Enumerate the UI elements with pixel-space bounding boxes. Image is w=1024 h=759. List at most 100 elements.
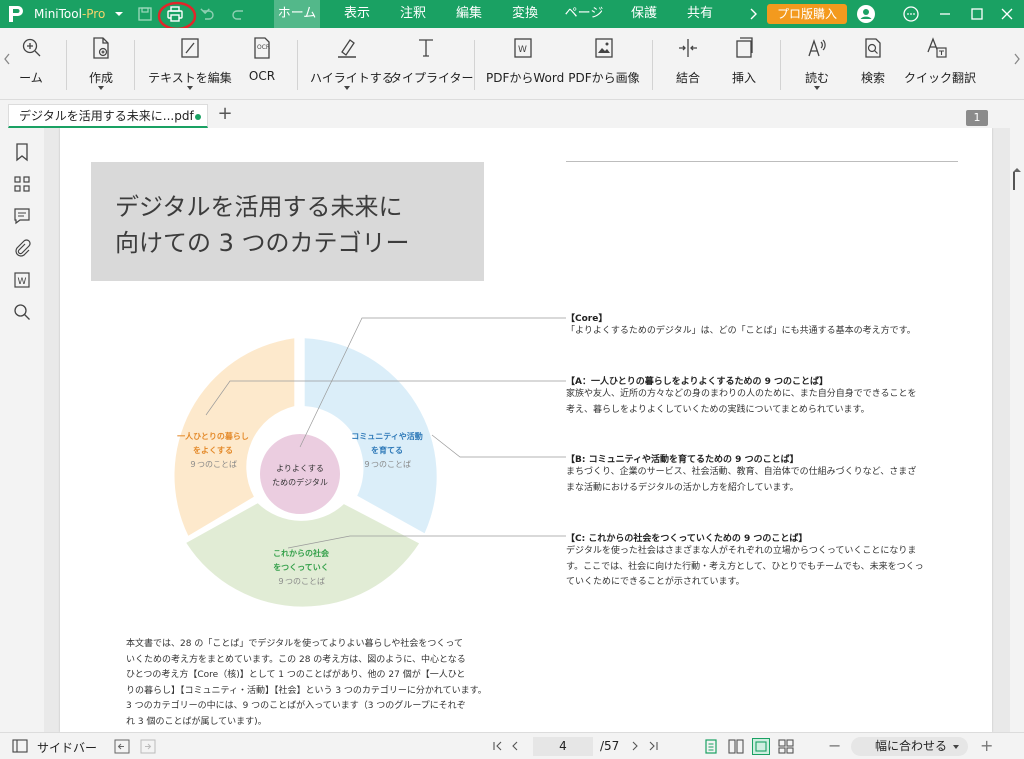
close-icon[interactable] — [998, 5, 1016, 23]
leader-b — [431, 434, 566, 458]
category-c-heading: 【C: これからの社会をつくっていくための 9 つのことば】 — [566, 534, 808, 544]
insert-page-icon — [736, 37, 753, 58]
feedback-icon[interactable] — [902, 5, 920, 23]
edit-text-button[interactable]: テキストを編集 — [148, 36, 232, 96]
menu-annotate[interactable]: 注釈 — [392, 0, 434, 28]
first-page-icon[interactable] — [492, 741, 504, 751]
read-button[interactable]: 読む — [800, 36, 834, 96]
svg-text:W: W — [18, 277, 27, 287]
zoom-dropdown-caret — [953, 745, 959, 749]
header-rule — [566, 161, 958, 162]
quick-translate-button[interactable]: クイック翻訳 — [904, 36, 976, 96]
core-body: 「よりよくするためのデジタル」は、どの「ことば」にも共通する基本の考え方です。 — [566, 326, 916, 336]
document-tabs-bar: デジタルを活用する未来に...pdf + — [0, 100, 1024, 128]
previous-view-icon[interactable] — [114, 739, 130, 754]
merge-button[interactable]: 結合 — [670, 36, 706, 96]
ribbon-scroll-left-icon[interactable] — [2, 52, 12, 66]
document-tab-filename: デジタルを活用する未来に...pdf — [19, 109, 194, 123]
page-total: /57 — [600, 739, 620, 753]
create-button[interactable]: 作成 — [82, 36, 120, 96]
minimize-icon[interactable] — [936, 5, 954, 23]
page-number-input[interactable]: 4 — [533, 737, 593, 756]
page-title-line-1: デジタルを活用する未来に — [115, 193, 403, 221]
menu-share[interactable]: 共有 — [679, 0, 721, 28]
search-icon[interactable] — [12, 302, 32, 322]
status-bar: サイドバー 4 /57 − 幅に合わせる + — [0, 732, 1024, 759]
thumbnails-icon[interactable] — [12, 174, 32, 194]
sidebar-toggle-icon[interactable] — [12, 739, 28, 753]
pdf-page: デジタルを活用する未来に 向けての 3 つのカテゴリー よりよくする ためのデジタ… — [60, 128, 992, 732]
pdf-to-image-button[interactable]: PDFから画像 — [568, 36, 640, 96]
menu-edit[interactable]: 編集 — [448, 0, 490, 28]
zoom-in-button[interactable]: + — [980, 736, 993, 755]
category-c-label: これからの社会 をつくっていく ９つのことば — [273, 549, 329, 586]
category-b-body: まちづくり、企業のサービス、社会活動、教育、自治体での仕組みづくりなど、さまざま… — [566, 467, 917, 493]
scroll-view-icon[interactable] — [752, 738, 770, 755]
search-document-icon — [865, 38, 881, 58]
next-view-icon[interactable] — [140, 739, 156, 754]
zoom-select[interactable]: 幅に合わせる — [851, 737, 968, 756]
word-panel-icon[interactable]: W — [12, 270, 32, 290]
page-title-box: デジタルを活用する未来に 向けての 3 つのカテゴリー — [91, 162, 484, 281]
translate-icon — [927, 37, 947, 58]
app-name: MiniTool-Pro — [34, 7, 106, 21]
category-b-label: コミュニティや活動 を育てる ９つのことば — [351, 432, 423, 469]
single-page-view-icon[interactable] — [704, 739, 718, 754]
zoom-button[interactable]: ーム — [14, 36, 48, 96]
read-aloud-icon — [808, 38, 826, 57]
menu-convert[interactable]: 変換 — [504, 0, 546, 28]
typewriter-icon — [419, 39, 433, 57]
zoom-out-button[interactable]: − — [828, 736, 841, 755]
menu-page[interactable]: ページ — [560, 0, 608, 28]
menu-more-chevron-icon[interactable] — [744, 5, 762, 23]
create-dropdown-caret — [98, 86, 104, 90]
body-paragraph: 本文書では、28 の「ことば」でデジタルを使ってよりよい暮らしや社会をつくって … — [126, 639, 487, 727]
vertical-scrollbar[interactable] — [1010, 128, 1024, 732]
app-logo-icon — [9, 6, 23, 22]
pdf-to-word-button[interactable]: W PDFからWord — [486, 36, 564, 96]
ocr-icon: OCR — [254, 37, 270, 59]
svg-text:W: W — [518, 45, 527, 55]
core-heading: 【Core】 — [566, 314, 608, 324]
typewriter-button[interactable]: タイプライター — [390, 36, 474, 96]
redo-icon[interactable] — [230, 5, 248, 23]
search-button[interactable]: 検索 — [856, 36, 890, 96]
highlighter-icon — [338, 39, 356, 58]
highlight-button[interactable]: ハイライトする — [310, 36, 394, 96]
menu-home[interactable]: ホーム — [274, 0, 320, 28]
undo-icon[interactable] — [198, 5, 216, 23]
menu-protect[interactable]: 保護 — [623, 0, 665, 28]
save-icon[interactable] — [136, 5, 154, 23]
last-page-icon[interactable] — [647, 741, 659, 751]
grid-view-icon[interactable] — [778, 739, 794, 754]
category-a-label: 一人ひとりの暮らし をよくする ９つのことば — [177, 432, 249, 469]
document-tab[interactable]: デジタルを活用する未来に...pdf — [8, 104, 208, 128]
scrollbar-thumb[interactable] — [1013, 172, 1015, 190]
core-label: よりよくする ためのデジタル — [272, 464, 328, 487]
next-page-icon[interactable] — [630, 741, 640, 751]
bookmark-icon[interactable] — [12, 142, 32, 162]
zoom-in-icon — [22, 38, 41, 57]
page-count-badge: 1 — [966, 110, 988, 126]
account-icon[interactable] — [856, 4, 876, 24]
svg-text:OCR: OCR — [257, 44, 270, 51]
edit-text-icon — [181, 38, 199, 58]
create-document-icon — [93, 37, 109, 59]
insert-button[interactable]: 挿入 — [726, 36, 762, 96]
left-sidebar: W — [0, 128, 44, 732]
two-page-view-icon[interactable] — [728, 739, 744, 754]
sidebar-toggle-label[interactable]: サイドバー — [37, 739, 97, 756]
add-tab-button[interactable]: + — [216, 104, 234, 124]
attachment-icon[interactable] — [12, 238, 32, 258]
app-menu-chevron-icon[interactable] — [110, 5, 128, 23]
comments-icon[interactable] — [12, 206, 32, 226]
read-dropdown-caret — [814, 86, 820, 90]
document-viewer[interactable]: デジタルを活用する未来に 向けての 3 つのカテゴリー よりよくする ためのデジタ… — [44, 128, 1010, 732]
maximize-icon[interactable] — [968, 5, 986, 23]
ribbon-toolbar: ーム 作成 テキストを編集 OCR OCR ハイライトする タイプライター W … — [0, 28, 1024, 100]
ocr-button[interactable]: OCR OCR — [244, 36, 280, 96]
menu-view[interactable]: 表示 — [336, 0, 378, 28]
ribbon-scroll-right-icon[interactable] — [1012, 52, 1022, 66]
previous-page-icon[interactable] — [510, 741, 520, 751]
buy-pro-button[interactable]: プロ版購入 — [767, 4, 847, 24]
